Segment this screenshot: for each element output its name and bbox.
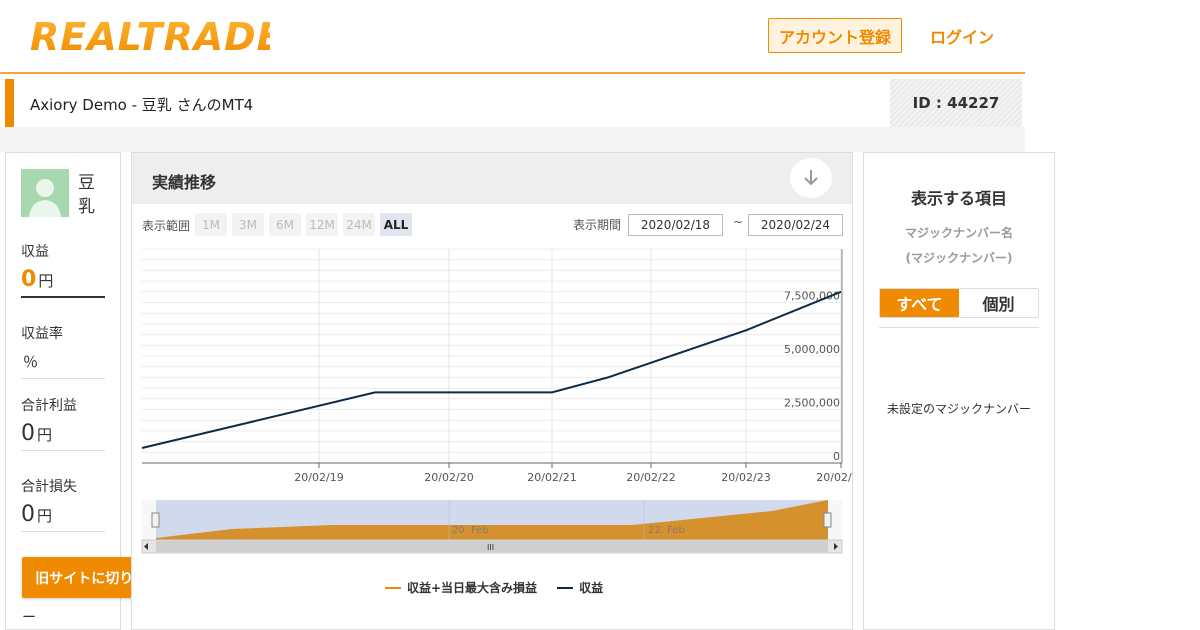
x-tick-label: 20/02/23 — [721, 471, 770, 484]
stat-label: 収益 — [21, 244, 49, 260]
display-items-panel: 表示する項目 マジックナンバー名 (マジックナンバー) すべて 個別 未設定のマ… — [863, 152, 1055, 630]
stat-value: 0円 — [21, 502, 53, 527]
range-3m-button[interactable]: 3M — [232, 213, 264, 236]
download-button[interactable] — [790, 158, 832, 198]
legend-item-max-pl[interactable]: 収益+当日最大含み損益 — [385, 579, 537, 596]
account-accent-bar — [5, 79, 14, 127]
range-all-button[interactable]: ALL — [380, 213, 412, 236]
register-button[interactable]: アカウント登録 — [768, 18, 902, 53]
range-6m-button[interactable]: 6M — [269, 213, 301, 236]
performance-line-chart: 20/02/19 20/02/20 20/02/21 20/02/22 20/02/23… — [141, 248, 852, 554]
range-12m-button[interactable]: 12M — [306, 213, 338, 236]
stat-total-loss: 合計損失 0円 — [21, 476, 105, 532]
stat-return-rate: 収益率 ％ — [21, 323, 105, 379]
stat-label: 合計損失 — [21, 479, 77, 495]
navigator-label: 22. Feb — [648, 525, 685, 536]
account-id: ID : 44227 — [890, 79, 1022, 127]
magic-number-name-label: マジックナンバー名 — [904, 226, 1013, 240]
extra-value: ー — [22, 610, 36, 626]
toggle-all-button[interactable]: すべて — [880, 289, 959, 317]
stat-value: ％ — [23, 353, 39, 371]
x-tick-label: 20/02/20 — [424, 471, 473, 484]
display-toggle: すべて 個別 — [879, 288, 1039, 318]
range-1m-button[interactable]: 1M — [195, 213, 227, 236]
stat-label: 合計利益 — [21, 398, 77, 414]
scrollbar-grip-icon: III — [487, 543, 494, 552]
y-tick-label: 2,500,000 — [784, 397, 840, 410]
date-to-input[interactable]: 2020/02/24 — [748, 214, 843, 236]
x-tick-label: 20/02/24 — [816, 471, 852, 484]
navigator-left-handle[interactable] — [151, 512, 160, 528]
chart-legend: 収益+当日最大含み損益 収益 — [385, 579, 623, 596]
date-from-input[interactable]: 2020/02/18 — [628, 214, 723, 236]
chart-title: 実績推移 — [152, 173, 217, 192]
magic-number-label: (マジックナンバー) — [905, 251, 1013, 265]
x-tick-label: 20/02/21 — [527, 471, 576, 484]
arrow-down-icon — [804, 170, 818, 186]
divider — [879, 327, 1039, 328]
toggle-individual-button[interactable]: 個別 — [959, 289, 1038, 317]
user-name: 豆乳 — [78, 173, 95, 217]
date-separator: ~ — [733, 215, 744, 229]
site-header: REALTRADE アカウント登録 ログイン — [0, 0, 1025, 74]
legend-item-revenue[interactable]: 収益 — [557, 579, 603, 596]
y-tick-label: 5,000,000 — [784, 343, 840, 356]
period-label: 表示期間 — [573, 218, 622, 232]
stat-total-profit: 合計利益 0円 — [21, 395, 105, 451]
y-tick-label: 0 — [833, 450, 840, 463]
stat-value: 0円 — [21, 267, 54, 292]
x-tick-label: 20/02/22 — [626, 471, 675, 484]
performance-chart-panel: 実績推移 表示範囲 1M 3M 6M 12M 24M ALL 表示期間 2020… — [131, 152, 853, 630]
svg-text:REALTRADE: REALTRADE — [30, 16, 270, 56]
navigator-label: 20. Feb — [452, 525, 489, 536]
range-label: 表示範囲 — [142, 219, 191, 233]
avatar — [21, 169, 69, 217]
stat-revenue: 収益 0円 — [21, 241, 105, 298]
account-bar: Axiory Demo - 豆乳 さんのMT4 ID : 44227 — [0, 77, 1025, 129]
unset-magic-number-text: 未設定のマジックナンバー — [886, 402, 1031, 416]
series-line-revenue[interactable] — [141, 290, 842, 449]
chart-navigator[interactable]: 20. Feb 22. Feb III — [141, 500, 843, 554]
display-items-title: 表示する項目 — [910, 189, 1007, 208]
user-avatar-icon — [21, 169, 69, 217]
stat-label: 収益率 — [21, 326, 63, 342]
chart-header: 実績推移 — [132, 153, 852, 204]
navigator-right-handle[interactable] — [823, 512, 832, 528]
stat-value: 0円 — [21, 421, 53, 446]
account-name: Axiory Demo - 豆乳 さんのMT4 — [30, 96, 254, 114]
x-tick-label: 20/02/19 — [294, 471, 343, 484]
range-24m-button[interactable]: 24M — [343, 213, 375, 236]
login-link[interactable]: ログイン — [930, 24, 994, 48]
realtrade-logo[interactable]: REALTRADE — [30, 16, 270, 56]
divider-strip — [0, 127, 1025, 152]
